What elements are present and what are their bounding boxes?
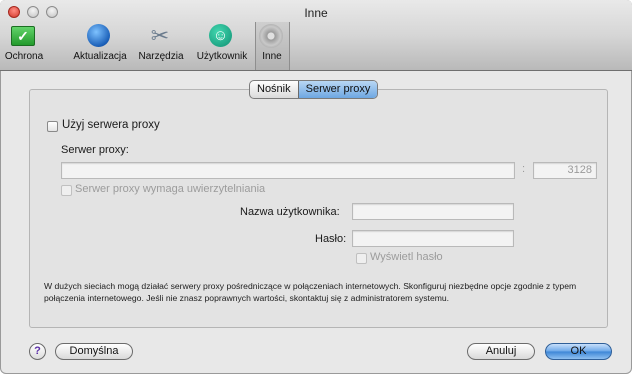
window-title: Inne [304, 6, 328, 20]
toolbar-item-label: Inne [262, 51, 282, 62]
toolbar-item-label: Użytkownik [196, 51, 248, 62]
toolbar-item-narzedzia[interactable]: ✂ Narzędzia [135, 24, 187, 66]
tab-switcher: Nośnik Serwer proxy [249, 80, 379, 99]
title-bar: Inne ✓ Ochrona Aktualizacja ✂ Narzędzia … [0, 0, 632, 71]
port-separator: : [522, 163, 526, 175]
user-icon: ☺ [209, 24, 232, 47]
toolbar-item-label: Ochrona [4, 51, 44, 62]
password-label: Hasło: [315, 233, 347, 245]
show-password-checkbox[interactable] [356, 253, 367, 264]
toolbar-item-uzytkownik[interactable]: ☺ Użytkownik [194, 24, 250, 66]
password-field[interactable] [352, 230, 514, 247]
auth-required-label: Serwer proxy wymaga uwierzytelniania [75, 183, 266, 195]
proxy-port-field[interactable]: 3128 [533, 162, 597, 179]
show-password-label: Wyświetl hasło [370, 251, 443, 263]
toolbar-item-label: Narzędzia [138, 51, 184, 62]
preferences-window: Inne ✓ Ochrona Aktualizacja ✂ Narzędzia … [0, 0, 632, 374]
gear-icon [259, 24, 283, 48]
toolbar-item-inne[interactable]: Inne [256, 24, 288, 66]
toolbar-item-aktualizacja[interactable]: Aktualizacja [70, 24, 130, 66]
proxy-info-note: W dużych sieciach mogą działać serwery p… [44, 281, 577, 303]
shield-check-icon: ✓ [11, 26, 35, 46]
tab-serwer-proxy[interactable]: Serwer proxy [297, 81, 378, 98]
ok-button[interactable]: OK [545, 343, 612, 360]
toolbar-item-label: Aktualizacja [73, 51, 127, 62]
use-proxy-checkbox[interactable] [47, 121, 58, 132]
cancel-button[interactable]: Anuluj [467, 343, 535, 360]
use-proxy-label: Użyj serwera proxy [62, 119, 160, 131]
username-label: Nazwa użytkownika: [240, 206, 340, 218]
toolbar-item-ochrona[interactable]: ✓ Ochrona [4, 24, 44, 66]
globe-icon [87, 24, 110, 47]
proxy-server-field[interactable] [61, 162, 515, 179]
username-field[interactable] [352, 203, 514, 220]
auth-required-checkbox[interactable] [61, 185, 72, 196]
tab-nosnik[interactable]: Nośnik [250, 81, 298, 98]
help-button[interactable]: ? [29, 343, 46, 360]
tools-icon: ✂ [150, 23, 170, 48]
proxy-server-label: Serwer proxy: [61, 144, 129, 156]
defaults-button[interactable]: Domyślna [55, 343, 133, 360]
